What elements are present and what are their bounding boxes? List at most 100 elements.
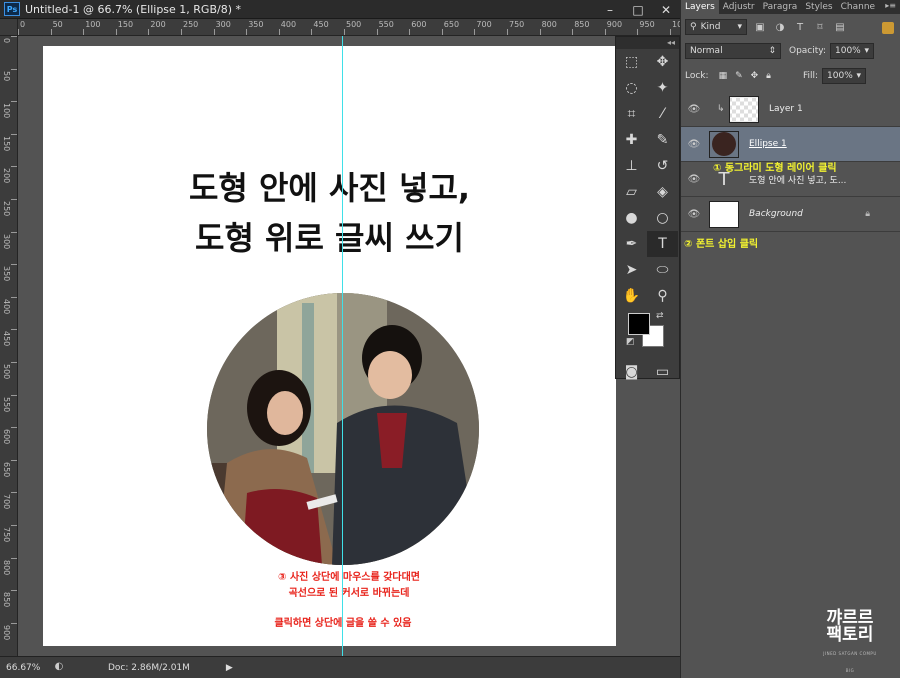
lasso-tool-icon[interactable]: ◌ — [616, 75, 647, 101]
crop-tool-icon[interactable]: ⌗ — [616, 101, 647, 127]
tab-channels[interactable]: Channe — [837, 0, 879, 14]
maximize-button[interactable]: □ — [624, 0, 652, 19]
tab-adjustments[interactable]: Adjustr — [719, 0, 759, 14]
tab-layers[interactable]: Layers — [681, 0, 719, 14]
type-tool-icon[interactable]: T — [647, 231, 678, 257]
clone-stamp-tool-icon[interactable]: ⊥ — [616, 153, 647, 179]
type-filter-icon[interactable]: T — [793, 20, 807, 34]
vertical-ruler[interactable]: 0 50 100 150 200 250 300 350 400 450 500 550 600 650 7… — [0, 36, 18, 656]
annotation-step1: ① 동그라미 도형 레이어 클릭 — [713, 163, 837, 174]
window-controls: – □ ✕ — [596, 0, 680, 19]
hand-tool-icon[interactable]: ✋ — [616, 283, 647, 309]
marquee-tool-icon[interactable]: ⬚ — [616, 49, 647, 75]
move-tool-icon[interactable]: ✥ — [647, 49, 678, 75]
lock-transparent-icon[interactable]: ▦ — [719, 71, 728, 81]
status-info-icon[interactable]: ◐ — [50, 661, 68, 675]
ruler-tick-label: 200 — [2, 168, 11, 184]
document-canvas[interactable]: 도형 안에 사진 넣고, 도형 위로 글씨 쓰기 ③ 사진 상단에 마우스를 갖… — [43, 46, 616, 646]
ruler-tick — [670, 29, 671, 35]
couple-photo-image — [207, 293, 479, 565]
ruler-tick-label: 400 — [2, 298, 11, 315]
canvas-area[interactable]: 도형 안에 사진 넣고, 도형 위로 글씨 쓰기 ③ 사진 상단에 마우스를 갖… — [18, 36, 680, 656]
quick-mask-tool-icon[interactable]: ◙ — [616, 359, 647, 385]
annotation-step3-line3: 클릭하면 상단에 글을 쓸 수 있음 — [274, 618, 412, 629]
status-bar: 66.67% ◐ Doc: 2.86M/2.01M ▶ — [0, 656, 680, 678]
layers-panel: Layers Adjustr Paragra Styles Channe ▸≡ … — [680, 0, 900, 678]
ruler-tick — [11, 427, 17, 429]
visibility-eye-icon[interactable]: 👁︎ — [681, 104, 707, 115]
ruler-tick-label: 600 — [411, 20, 427, 29]
ruler-tick — [539, 29, 541, 35]
ruler-corner[interactable] — [0, 19, 18, 36]
eyedropper-tool-icon[interactable]: ⁄ — [647, 101, 678, 127]
default-colors-icon[interactable]: ◩ — [626, 337, 635, 347]
lock-position-icon[interactable]: ✥ — [751, 71, 759, 81]
cyan-guide-line[interactable] — [342, 36, 343, 656]
ruler-tick — [213, 29, 215, 35]
screen-mode-tool-icon[interactable]: ▭ — [647, 359, 678, 385]
opacity-field[interactable]: 100% ▾ — [830, 43, 874, 59]
ruler-tick — [572, 29, 574, 35]
ruler-tick-label: 450 — [313, 20, 329, 29]
circle-photo[interactable] — [207, 293, 479, 565]
chevron-down-icon: ▾ — [864, 46, 869, 56]
clipping-arrow-icon: ↳ — [717, 104, 725, 114]
blend-mode-dropdown[interactable]: Normal ⇕ — [685, 43, 781, 59]
ruler-tick — [11, 296, 17, 298]
foreground-color-swatch[interactable] — [628, 313, 650, 335]
dodge-tool-icon[interactable]: ○ — [647, 205, 678, 231]
visibility-eye-icon[interactable]: 👁︎ — [681, 139, 707, 150]
paint-bucket-tool-icon[interactable]: ◈ — [647, 179, 678, 205]
close-button[interactable]: ✕ — [652, 0, 680, 19]
fill-field[interactable]: 100% ▾ — [822, 68, 867, 84]
minimize-button[interactable]: – — [596, 0, 624, 19]
photoshop-window: Ps Untitled-1 @ 66.7% (Ellipse 1, RGB/8)… — [0, 0, 900, 678]
panel-options-icon[interactable]: ▸≡ — [885, 1, 896, 10]
filter-kind-dropdown[interactable]: ⚲ Kind ▾ — [685, 19, 747, 35]
layer-row-background[interactable]: 👁︎ Background 🔒︎ — [681, 197, 900, 232]
ruler-tick-label: 450 — [2, 331, 11, 347]
opacity-value: 100% — [835, 46, 861, 56]
lock-pixels-icon[interactable]: ✎ — [735, 71, 743, 81]
shape-layer-thumbnail — [709, 130, 739, 158]
ruler-tick-label: 900 — [2, 624, 11, 641]
ellipse-tool-icon[interactable]: ⬭ — [647, 257, 678, 283]
ruler-tick — [115, 29, 117, 35]
adjustment-filter-icon[interactable]: ◑ — [773, 20, 787, 34]
tab-paragraph[interactable]: Paragra — [759, 0, 802, 14]
annotation-step3-line2: 곡선으로 된 커서로 바뀌는데 — [288, 588, 410, 599]
headline-line-2: 도형 위로 글씨 쓰기 — [195, 219, 464, 257]
ruler-tick-label: 800 — [541, 20, 557, 29]
filter-toggle[interactable] — [882, 22, 894, 34]
magic-wand-tool-icon[interactable]: ✦ — [647, 75, 678, 101]
horizontal-ruler[interactable]: 0 50 100 150 200 250 300 350 400 450 500 550 600 650 7… — [18, 19, 680, 36]
path-selection-tool-icon[interactable]: ➤ — [616, 257, 647, 283]
visibility-eye-icon[interactable]: 👁︎ — [681, 174, 707, 185]
zoom-level-field[interactable]: 66.67% — [0, 663, 50, 673]
lock-icon: 🔒︎ — [865, 209, 870, 219]
ruler-tick — [311, 29, 313, 35]
tools-collapse-handle[interactable]: ◂◂ — [616, 37, 679, 49]
brush-tool-icon[interactable]: ✎ — [647, 127, 678, 153]
history-brush-tool-icon[interactable]: ↺ — [647, 153, 678, 179]
status-menu-arrow-icon[interactable]: ▶ — [226, 663, 233, 673]
eraser-tool-icon[interactable]: ▱ — [616, 179, 647, 205]
zoom-tool-icon[interactable]: ⚲ — [647, 283, 678, 309]
ruler-tick-label: 50 — [2, 70, 11, 81]
fill-label: Fill: — [802, 71, 819, 81]
pen-tool-icon[interactable]: ✒ — [616, 231, 647, 257]
visibility-eye-icon[interactable]: 👁︎ — [681, 209, 707, 220]
lock-all-icon[interactable]: 🔒︎ — [766, 71, 771, 81]
shape-filter-icon[interactable]: ⌑ — [813, 20, 827, 34]
layer-row-ellipse-1[interactable]: 👁︎ Ellipse 1 — [681, 127, 900, 162]
lock-label: Lock: — [685, 71, 709, 81]
ruler-tick — [11, 459, 17, 461]
spot-healing-tool-icon[interactable]: ✚ — [616, 127, 647, 153]
blur-tool-icon[interactable]: ● — [616, 205, 647, 231]
layer-row-layer-1[interactable]: 👁︎ ↳ Layer 1 — [681, 92, 900, 127]
tab-styles[interactable]: Styles — [801, 0, 836, 14]
pixel-filter-icon[interactable]: ▣ — [753, 20, 767, 34]
smart-object-filter-icon[interactable]: ▤ — [833, 20, 847, 34]
layer-name: Ellipse 1 — [749, 139, 787, 149]
swap-colors-icon[interactable]: ⇄ — [656, 311, 664, 321]
